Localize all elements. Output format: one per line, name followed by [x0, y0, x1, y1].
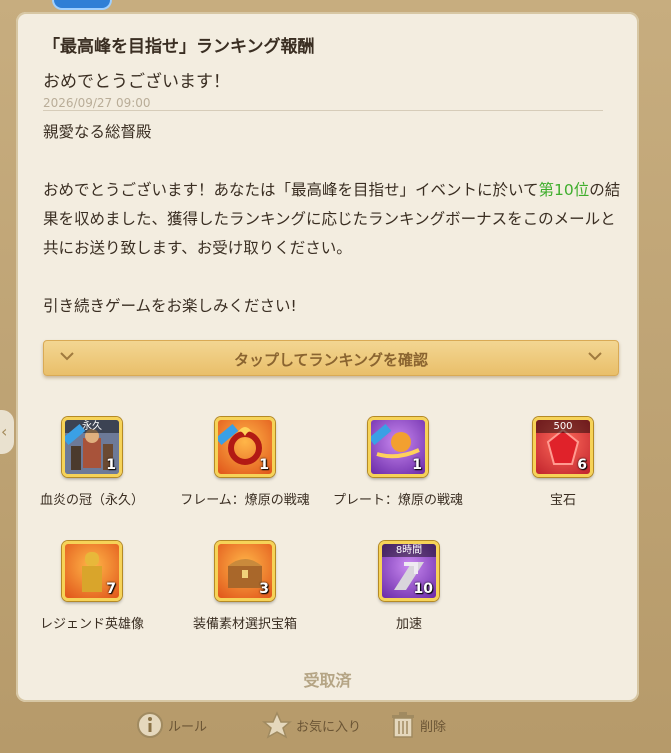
- reward-item[interactable]: 3 装備素材選択宝箱: [170, 541, 320, 632]
- reward-name: プレート：燎原の戦魂: [332, 493, 463, 508]
- reward-item[interactable]: 1 フレーム：燎原の戦魂: [170, 417, 320, 508]
- rules-label: ルール: [168, 719, 208, 735]
- previous-mail-arrow[interactable]: ‹: [0, 410, 14, 454]
- reward-quantity: 1: [259, 457, 269, 473]
- reward-quantity: 7: [106, 581, 116, 597]
- reward-item[interactable]: 7 レジェンド英雄像: [17, 541, 167, 632]
- mail-greeting: 親愛なる総督殿: [43, 123, 152, 141]
- reward-item[interactable]: 500 6 宝石: [488, 417, 638, 508]
- window-tab-decoration: [52, 0, 112, 10]
- ranking-toggle-label: タップしてランキングを確認: [233, 351, 429, 369]
- rules-button[interactable]: ルール: [136, 711, 207, 739]
- flame-frame-icon: 1: [215, 417, 275, 477]
- reward-quantity: 1: [106, 457, 116, 473]
- reward-quantity: 6: [577, 457, 587, 473]
- plate-icon: 1: [368, 417, 428, 477]
- favorite-button[interactable]: お気に入り: [262, 711, 361, 739]
- mail-date: 2026/09/27 09:00: [43, 96, 151, 110]
- reward-quantity: 3: [259, 581, 269, 597]
- delete-button[interactable]: 削除: [390, 711, 446, 739]
- favorite-label: お気に入り: [296, 719, 362, 735]
- mail-body-paragraph-2: 引き続きゲームをお楽しみください!: [43, 297, 297, 315]
- reward-name: 血炎の冠（永久）: [39, 493, 144, 508]
- reward-tag: 8時間: [382, 544, 436, 557]
- chevron-left-icon: ‹: [1, 422, 8, 441]
- info-icon: [137, 712, 163, 738]
- reward-name: 装備素材選択宝箱: [192, 617, 297, 632]
- reward-item[interactable]: 8時間 10 加速: [334, 541, 484, 632]
- speedup-icon: 8時間 10: [379, 541, 439, 601]
- delete-label: 削除: [420, 719, 447, 735]
- treasure-chest-icon: 3: [215, 541, 275, 601]
- mail-paper: 「最高峰を目指せ」ランキング報酬 おめでとうございます！ 2026/09/27 …: [16, 12, 639, 702]
- reward-quantity: 1: [412, 457, 422, 473]
- reward-name: レジェンド英雄像: [39, 617, 144, 632]
- reward-item[interactable]: 永久 1 血炎の冠（永久）: [17, 417, 167, 508]
- star-icon: [262, 711, 292, 739]
- reward-name: フレーム：燎原の戦魂: [180, 493, 310, 508]
- mail-body-paragraph-1: おめでとうございます！あなたは「最高峰を目指せ」イベントに於いて第10位の結果を…: [43, 176, 623, 263]
- divider: [43, 110, 603, 111]
- reward-tag: 500: [536, 420, 590, 433]
- body-text-segment: おめでとうございます！あなたは「最高峰を目指せ」イベントに於いて: [43, 181, 539, 199]
- ranking-toggle-button[interactable]: タップしてランキングを確認: [43, 340, 619, 376]
- rank-highlight: 第10位: [538, 181, 590, 199]
- reward-name: 加速: [395, 617, 422, 632]
- mail-body: 親愛なる総督殿 おめでとうございます！あなたは「最高峰を目指せ」イベントに於いて…: [43, 118, 623, 321]
- mail-subtitle: おめでとうございます！: [43, 72, 230, 92]
- received-status: 受取済: [303, 671, 352, 690]
- chevron-down-icon: [588, 352, 602, 361]
- reward-item[interactable]: 1 プレート：燎原の戦魂: [323, 417, 473, 508]
- reward-quantity: 10: [413, 581, 433, 597]
- mail-window: ‹ 「最高峰を目指せ」ランキング報酬 おめでとうございます！ 2026/09/2…: [0, 0, 671, 753]
- mail-title: 「最高峰を目指せ」ランキング報酬: [43, 37, 315, 57]
- hero-statue-icon: 7: [62, 541, 122, 601]
- gem-icon: 500 6: [533, 417, 593, 477]
- bottom-action-bar: ルール お気に入り 削除: [0, 705, 671, 745]
- reward-name: 宝石: [549, 493, 576, 508]
- crown-character-icon: 永久 1: [62, 417, 122, 477]
- trash-icon: [392, 712, 414, 738]
